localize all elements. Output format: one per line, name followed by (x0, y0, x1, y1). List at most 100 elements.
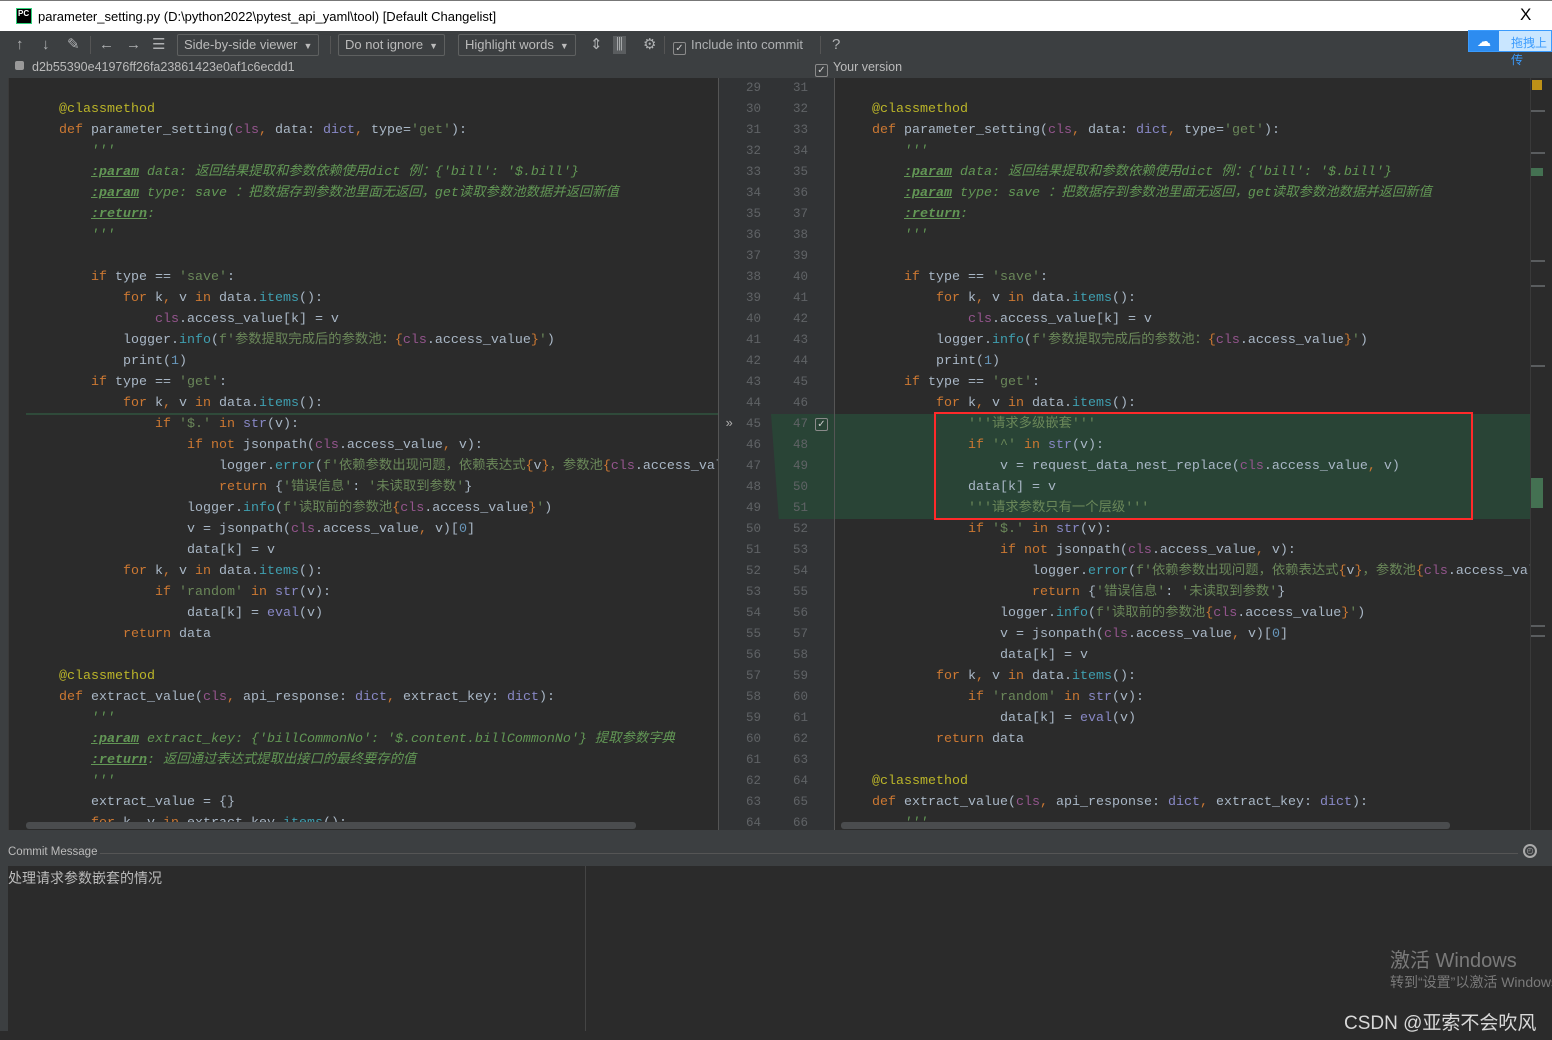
left-line-number: 34 (745, 186, 761, 200)
code-line[interactable]: if type == 'save': (27, 267, 718, 288)
code-line[interactable]: for k, v in data.items(): (840, 393, 1530, 414)
code-token: info (991, 333, 1024, 348)
code-line[interactable]: return data (840, 729, 1530, 750)
history-clock-icon[interactable]: ◴ (1523, 844, 1537, 858)
code-line[interactable] (27, 78, 718, 99)
code-line[interactable]: def parameter_setting(cls, data: dict, t… (27, 120, 718, 141)
code-line[interactable]: data[k] = eval(v) (840, 708, 1530, 729)
viewer-mode-dropdown[interactable]: Side-by-side viewer ▼ (177, 34, 320, 56)
code-line[interactable] (27, 246, 718, 267)
close-button[interactable]: X (1520, 5, 1531, 25)
code-line[interactable]: def parameter_setting(cls, data: dict, t… (840, 120, 1530, 141)
sync-scroll-icon[interactable]: ⫼ (613, 36, 626, 54)
code-line[interactable]: ''' (27, 708, 718, 729)
code-line[interactable]: v = jsonpath(cls.access_value, v)[0] (840, 624, 1530, 645)
code-line[interactable]: if not jsonpath(cls.access_value, v): (840, 540, 1530, 561)
gear-icon[interactable]: ⚙ (643, 36, 656, 54)
code-token: ) (1359, 333, 1368, 348)
code-line[interactable]: if type == 'get': (840, 372, 1530, 393)
code-line[interactable]: ''' (840, 141, 1530, 162)
code-line[interactable]: cls.access_value[k] = v (840, 309, 1530, 330)
highlight-mode-label: Highlight words (465, 37, 554, 52)
code-line[interactable]: @classmethod (840, 771, 1530, 792)
code-line[interactable]: if type == 'save': (840, 267, 1530, 288)
code-line[interactable]: logger.error(f'依赖参数出现问题，依赖表达式{v}，参数池{cls… (27, 456, 718, 477)
error-stripe[interactable] (1530, 78, 1552, 830)
code-line[interactable] (840, 246, 1530, 267)
code-line[interactable]: def extract_value(cls, api_response: dic… (27, 687, 718, 708)
code-line[interactable]: logger.info(f'读取前的参数池{cls.access_value}'… (27, 498, 718, 519)
your-version-checkbox[interactable]: ✓ Your version (815, 60, 902, 77)
code-token: ( (210, 333, 219, 348)
code-line[interactable]: for k, v in data.items(): (27, 288, 718, 309)
code-line[interactable]: logger.info(f'参数提取完成后的参数池：{cls.access_va… (27, 330, 718, 351)
arrow-right-icon[interactable]: → (126, 36, 141, 54)
arrow-up-icon[interactable]: ↑ (16, 36, 24, 54)
code-line[interactable]: def extract_value(cls, api_response: dic… (840, 792, 1530, 813)
code-line[interactable]: logger.info(f'读取前的参数池{cls.access_value}'… (840, 603, 1530, 624)
code-line[interactable]: data[k] = v (27, 540, 718, 561)
left-editor-pane[interactable]: @classmethod def parameter_setting(cls, … (8, 78, 718, 830)
code-line[interactable] (840, 78, 1530, 99)
code-line[interactable]: ''' (27, 141, 718, 162)
baidu-upload-widget[interactable]: ☁ 拖拽上传 (1468, 30, 1552, 67)
code-line[interactable]: @classmethod (840, 99, 1530, 120)
ignore-mode-dropdown[interactable]: Do not ignore ▼ (338, 34, 445, 56)
code-line[interactable]: :param data: 返回结果提取和参数依赖使用dict 例：{'bill'… (840, 162, 1530, 183)
code-line[interactable]: logger.error(f'依赖参数出现问题，依赖表达式{v}，参数池{cls… (840, 561, 1530, 582)
code-line[interactable]: print(1) (27, 351, 718, 372)
code-line[interactable]: print(1) (840, 351, 1530, 372)
code-line[interactable]: return {'错误信息': '未读取到参数'} (27, 477, 718, 498)
code-line[interactable]: :return: (840, 204, 1530, 225)
code-line[interactable]: :param extract_key: {'billCommonNo': '$.… (27, 729, 718, 750)
edit-icon[interactable]: ✎ (67, 36, 80, 54)
code-line[interactable] (27, 645, 718, 666)
code-line[interactable]: ''' (27, 771, 718, 792)
code-line[interactable]: data[k] = v (840, 645, 1530, 666)
code-line[interactable] (840, 750, 1530, 771)
code-token: cls (314, 438, 339, 453)
code-line[interactable]: for k, v in data.items(): (840, 288, 1530, 309)
left-horizontal-scrollbar[interactable] (26, 822, 636, 829)
code-line[interactable]: cls.access_value[k] = v (27, 309, 718, 330)
list-icon[interactable]: ☰ (152, 36, 165, 54)
code-line[interactable]: if '$.' in str(v): (27, 414, 718, 435)
code-line[interactable]: for k, v in data.items(): (840, 666, 1530, 687)
code-line[interactable]: if '$.' in str(v): (840, 519, 1530, 540)
arrow-down-icon[interactable]: ↓ (42, 36, 50, 54)
code-line[interactable]: extract_value = {} (27, 792, 718, 813)
code-line[interactable]: @classmethod (27, 666, 718, 687)
highlight-mode-dropdown[interactable]: Highlight words ▼ (458, 34, 576, 56)
code-line[interactable]: if 'random' in str(v): (27, 582, 718, 603)
code-line[interactable]: :param type: save ：把数据存到参数池里面无返回，get读取参数… (27, 183, 718, 204)
code-token: } (541, 459, 550, 474)
code-line[interactable]: if 'random' in str(v): (840, 687, 1530, 708)
include-into-commit-checkbox[interactable]: ✓ Include into commit (673, 36, 803, 55)
code-line[interactable]: data[k] = eval(v) (27, 603, 718, 624)
code-line[interactable]: for k, v in data.items(): (27, 393, 718, 414)
code-line[interactable]: logger.info(f'参数提取完成后的参数池：{cls.access_va… (840, 330, 1530, 351)
code-line[interactable]: return {'错误信息': '未读取到参数'} (840, 582, 1530, 603)
help-button[interactable]: ? (832, 36, 840, 54)
code-line[interactable]: ''' (27, 225, 718, 246)
code-line[interactable]: :param data: 返回结果提取和参数依赖使用dict 例：{'bill'… (27, 162, 718, 183)
code-line[interactable]: ''' (840, 225, 1530, 246)
collapse-icon[interactable]: ⇕ (590, 36, 603, 54)
code-line[interactable]: :param type: save ：把数据存到参数池里面无返回，get读取参数… (840, 183, 1530, 204)
commit-message-text[interactable]: 处理请求参数嵌套的情况 (8, 868, 162, 888)
code-line[interactable]: for k, v in data.items(): (27, 561, 718, 582)
code-line[interactable]: if type == 'get': (27, 372, 718, 393)
include-change-checkbox[interactable]: ✓ (815, 418, 828, 431)
arrow-left-icon[interactable]: ← (99, 36, 114, 54)
code-token: .access_value[k] = v (178, 312, 339, 327)
code-line[interactable]: if not jsonpath(cls.access_value, v): (27, 435, 718, 456)
code-line[interactable]: v = jsonpath(cls.access_value, v)[0] (27, 519, 718, 540)
commit-message-input[interactable] (8, 866, 1544, 1031)
apply-change-icon[interactable]: » (719, 414, 733, 435)
right-horizontal-scrollbar[interactable] (841, 822, 1450, 829)
code-line[interactable]: :return: (27, 204, 718, 225)
code-token: type == (927, 270, 992, 285)
code-line[interactable]: return data (27, 624, 718, 645)
code-line[interactable]: :return: 返回通过表达式提取出接口的最终要存的值 (27, 750, 718, 771)
code-line[interactable]: @classmethod (27, 99, 718, 120)
